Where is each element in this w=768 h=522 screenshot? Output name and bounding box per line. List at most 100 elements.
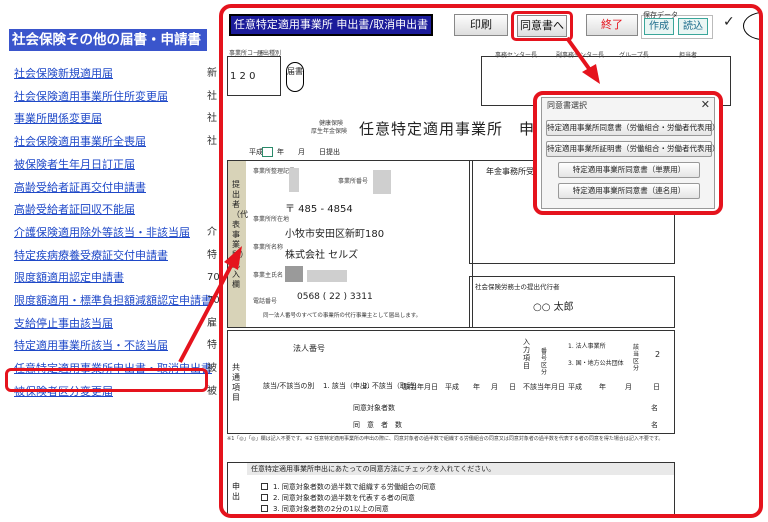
agent-label: 社会保険労務士の提出代行者 <box>475 283 560 291</box>
menu-item-link[interactable]: 特定適用事業所該当・不該当届 <box>14 338 168 354</box>
option-government: 3. 国・地方公共団体 <box>568 360 624 367</box>
joint-consent-button[interactable]: 特定適用事業所同意書（連名用） <box>558 183 700 199</box>
same-corp-note: 同一法人番号のすべての事業所の代行事業主として届出します。 <box>263 313 422 319</box>
agent-name: ○○ 太郎 <box>533 302 574 313</box>
menu-item-link[interactable]: 社会保険適用事業所住所変更届 <box>14 89 168 105</box>
menu-item-link[interactable]: 介護保険適用除外等該当・非該当届 <box>14 225 190 241</box>
consent-checkbox-2[interactable] <box>261 494 268 501</box>
menu-item-note: 70 <box>207 295 220 306</box>
phone-label: 電話番号 <box>253 298 278 305</box>
corp-number-label: 法人番号 <box>293 344 325 353</box>
menu-item-note: 介 <box>207 226 217 238</box>
form-list-title: 社会保険その他の届書・申請書 <box>9 29 207 51</box>
consent-option-2: 2. 同意対象者数の過半数を代表する者の同意 <box>273 494 415 502</box>
menu-item-link[interactable]: 社会保険新規適用届 <box>14 66 113 82</box>
day-label-1: 日 <box>509 383 516 391</box>
option-corp-office: 1. 法人事業所 <box>568 343 606 350</box>
menu-item-link[interactable]: 被保険者生年月日訂正届 <box>14 157 135 173</box>
exit-button[interactable]: 終了 <box>586 14 638 36</box>
single-consent-button[interactable]: 特定適用事業所同意書（単票用） <box>558 162 700 178</box>
common-side-label: 共通項目 <box>232 363 240 402</box>
redacted-block <box>373 170 391 194</box>
input-items-label: 入力項目 <box>523 338 530 370</box>
redacted-block <box>289 168 299 192</box>
count-unit-1: 名 <box>651 404 658 412</box>
center-label-4: 担当者 <box>679 52 698 59</box>
stamp-mark: 届書 <box>286 62 304 92</box>
menu-item-link[interactable]: 事業所関係変更届 <box>14 111 102 127</box>
address-label: 事業所所在地 <box>253 216 290 223</box>
form-list-panel: 社会保険その他の届書・申請書 社会保険新規適用届新社会保険適用事業所住所変更届社… <box>0 0 220 522</box>
menu-item-link[interactable]: 限度額適用・標準負担額減額認定申請書 <box>14 293 212 309</box>
applicable-type-label: 該当区分 <box>633 344 640 372</box>
menu-item-note: 特 <box>207 340 217 352</box>
dialog-title: 同意書選択 <box>547 101 587 110</box>
address-value: 小牧市安田区新町180 <box>285 229 385 240</box>
union-certificate-button[interactable]: 特定適用事業所証明書（労働組合・労働者代表用） <box>546 141 720 157</box>
form-window: 任意特定適用事業所 申出書/取消申出書 印刷 同意書へ 終了 保存データ 作成 … <box>219 4 763 518</box>
menu-item-note: 70 <box>207 272 220 284</box>
year-label-1: 年 <box>473 383 480 391</box>
consent-form-button[interactable]: 同意書へ <box>517 15 567 37</box>
menu-item-link[interactable]: 特定疾病療養受療証交付申請書 <box>14 248 168 264</box>
month-label-1: 月 <box>491 383 498 391</box>
menu-item-note: 特 <box>207 249 217 261</box>
target-count-label: 同意対象者数 <box>353 404 395 412</box>
owner-name-label: 事業主氏名 <box>253 272 284 279</box>
insurance-label-2: 厚生年金保険 <box>311 128 348 135</box>
menu-item-link[interactable]: 高齢受給者証回収不能届 <box>14 202 135 218</box>
form-title-badge: 任意特定適用事業所 申出書/取消申出書 <box>229 14 433 36</box>
redacted-block <box>307 270 347 282</box>
code-value: 1 2 0 <box>230 71 256 82</box>
menu-item-link[interactable]: 社会保険適用事業所全喪届 <box>14 134 146 150</box>
form-heading: 任意特定適用事業所 申出 <box>359 120 552 138</box>
oval-shape <box>743 12 759 40</box>
center-label-2: 副事務センター長 <box>556 52 605 59</box>
menu-item-note: 社 <box>207 90 217 102</box>
menu-item-link[interactable]: 限度額適用認定申請書 <box>14 270 124 286</box>
consent-option-1: 1. 同意対象者数の過半数で組織する労働組合の同意 <box>273 483 436 491</box>
menu-item-link[interactable]: 高齢受給者証再交付申請書 <box>14 180 146 196</box>
redacted-block <box>285 266 303 282</box>
toolbar: 任意特定適用事業所 申出書/取消申出書 印刷 同意書へ 終了 保存データ 作成 … <box>223 8 759 42</box>
consent-checkbox-1[interactable] <box>261 483 268 490</box>
office-number-label: 事業所番号 <box>338 178 369 185</box>
menu-item-link[interactable]: 支給停止事由該当届 <box>14 316 113 332</box>
print-button[interactable]: 印刷 <box>454 14 508 36</box>
consenter-count-label: 同 意 者 数 <box>353 421 402 429</box>
count-unit-2: 名 <box>651 421 658 429</box>
phone-value: 0568 ( 22 ) 3311 <box>297 292 373 302</box>
company-name-label: 事業所名称 <box>253 244 284 251</box>
center-label-3: グループ長 <box>619 52 649 59</box>
consent-button-highlight: 同意書へ <box>511 11 573 41</box>
month-label-2: 月 <box>625 383 632 391</box>
menu-item-note: 被 <box>207 385 217 397</box>
day-label-2: 日 <box>653 383 660 391</box>
menu-item-note: 新 <box>207 68 217 79</box>
number-type-label: 番号区分 <box>541 348 548 376</box>
menu-item-note: 社 <box>207 113 217 125</box>
consent-option-3: 3. 同意対象者数の2分の1以上の同意 <box>273 505 389 513</box>
footnotes: ※1「◎」「◎」欄は記入不要です。※2 任意特定適用事業所の申出の際に、同意対象… <box>227 436 664 442</box>
apply-side-label: 申出 <box>232 482 240 501</box>
union-consent-button[interactable]: 特定適用事業所同意書（労働組合・労働者代表用） <box>546 120 720 136</box>
consent-select-dialog: 同意書選択 ✕ 特定適用事業所同意書（労働組合・労働者代表用） 特定適用事業所証… <box>541 97 720 209</box>
era-label-1: 平成 <box>445 383 459 391</box>
menu-item-note: 社 <box>207 136 217 148</box>
create-button[interactable]: 作成 <box>644 18 674 35</box>
selected-item-highlight <box>5 368 208 392</box>
era-label-2: 平成 <box>568 383 582 391</box>
close-icon[interactable]: ✕ <box>701 98 710 111</box>
postal-code: 〒 485 - 4854 <box>285 204 353 215</box>
company-name-value: 株式会社 セルズ <box>285 250 359 261</box>
not-applicable-date-label: 不該当年月日 <box>523 383 565 391</box>
applicable-date-label: 該当年月日 <box>403 383 438 391</box>
era-input[interactable] <box>262 147 273 157</box>
menu-item-note: 被 <box>207 363 217 375</box>
consent-checkbox-3[interactable] <box>261 505 268 512</box>
load-button[interactable]: 読込 <box>678 18 708 35</box>
applicable-type-value: 2 <box>655 350 661 359</box>
year-label-2: 年 <box>599 383 606 391</box>
center-label-1: 事務センター長 <box>495 52 538 59</box>
check-icon: ✓ <box>723 14 735 30</box>
